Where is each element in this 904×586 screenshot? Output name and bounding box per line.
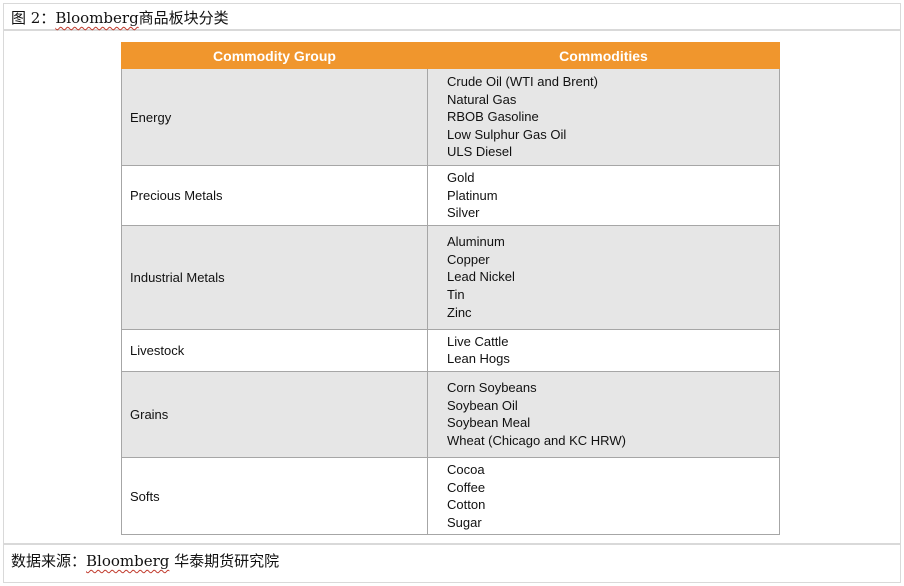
table-row: Grains Corn Soybeans Soybean Oil Soybean… [121,370,780,458]
table-row: Softs Cocoa Coffee Cotton Sugar [121,456,780,536]
commodity-item: Gold [447,170,475,185]
group-cell: Livestock [121,328,428,372]
commodity-item: Copper [447,251,490,267]
source-prefix: 数据来源： [11,552,87,570]
commodity-item: Sugar [447,514,482,530]
header-commodity-group: Commodity Group [121,42,428,69]
commodity-item: Soybean Meal [447,415,531,431]
commodity-item: Coffee [447,479,486,495]
commodity-item: Cocoa [447,461,485,477]
commodity-item: Tin [447,287,465,303]
source-suffix: 华泰期货研究院 [174,552,280,570]
group-cell: Softs [121,456,428,536]
source-note: 数据来源：Bloomberg 华泰期货研究院 [3,543,901,583]
commodity-item: ULS Diesel [447,144,513,160]
commodity-item: Live Cattle [447,333,509,349]
commodity-table: Commodity Group Commodities Energy Crude… [121,42,780,536]
commodity-item: Lead Nickel [447,269,515,285]
commodities-cell: Cocoa Coffee Cotton Sugar [427,456,780,536]
commodity-item: Corn Soybeans [447,380,537,396]
header-commodities: Commodities [427,42,780,69]
figure-number: 图 2： [11,9,56,27]
figure-title: 图 2：Bloomberg商品板块分类 [3,3,901,31]
table-row: Precious Metals Gold Platinum Silver [121,165,780,226]
group-cell: Industrial Metals [121,224,428,330]
source-name: Bloomberg [86,552,170,570]
commodity-item: Cotton [447,497,486,513]
group-cell: Precious Metals [121,165,428,226]
commodity-item: Lean Hogs [447,351,510,367]
commodity-item: Soybean Oil [447,397,518,413]
commodity-item: Low Sulphur Gas Oil [447,126,567,142]
table-row: Energy Crude Oil (WTI and Brent) Natural… [121,68,780,166]
figure-source-name: Bloomberg [55,9,139,27]
commodity-item: Crude Oil (WTI and Brent) [447,74,598,90]
figure-caption: 商品板块分类 [138,9,229,27]
commodity-item: Wheat (Chicago and KC HRW) [447,433,626,449]
table-row: Industrial Metals Aluminum Copper Lead N… [121,224,780,330]
commodities-cell: Corn Soybeans Soybean Oil Soybean Meal W… [427,370,780,458]
commodities-cell: Live Cattle Lean Hogs [427,328,780,372]
commodity-item: Silver [447,205,480,221]
commodities-cell: Crude Oil (WTI and Brent) Natural Gas RB… [427,68,780,166]
group-cell: Grains [121,370,428,458]
commodity-item: Zinc [447,304,472,320]
table-header-row: Commodity Group Commodities [121,42,780,69]
commodity-item: Platinum [447,187,498,203]
table-row: Livestock Live Cattle Lean Hogs [121,328,780,372]
commodity-item: RBOB Gasoline [447,109,539,125]
commodities-cell: Gold Platinum Silver [427,165,780,226]
commodities-cell: Aluminum Copper Lead Nickel Tin Zinc [427,224,780,330]
group-cell: Energy [121,68,428,166]
commodity-item: Aluminum [447,234,505,250]
commodity-item: Natural Gas [447,91,517,107]
